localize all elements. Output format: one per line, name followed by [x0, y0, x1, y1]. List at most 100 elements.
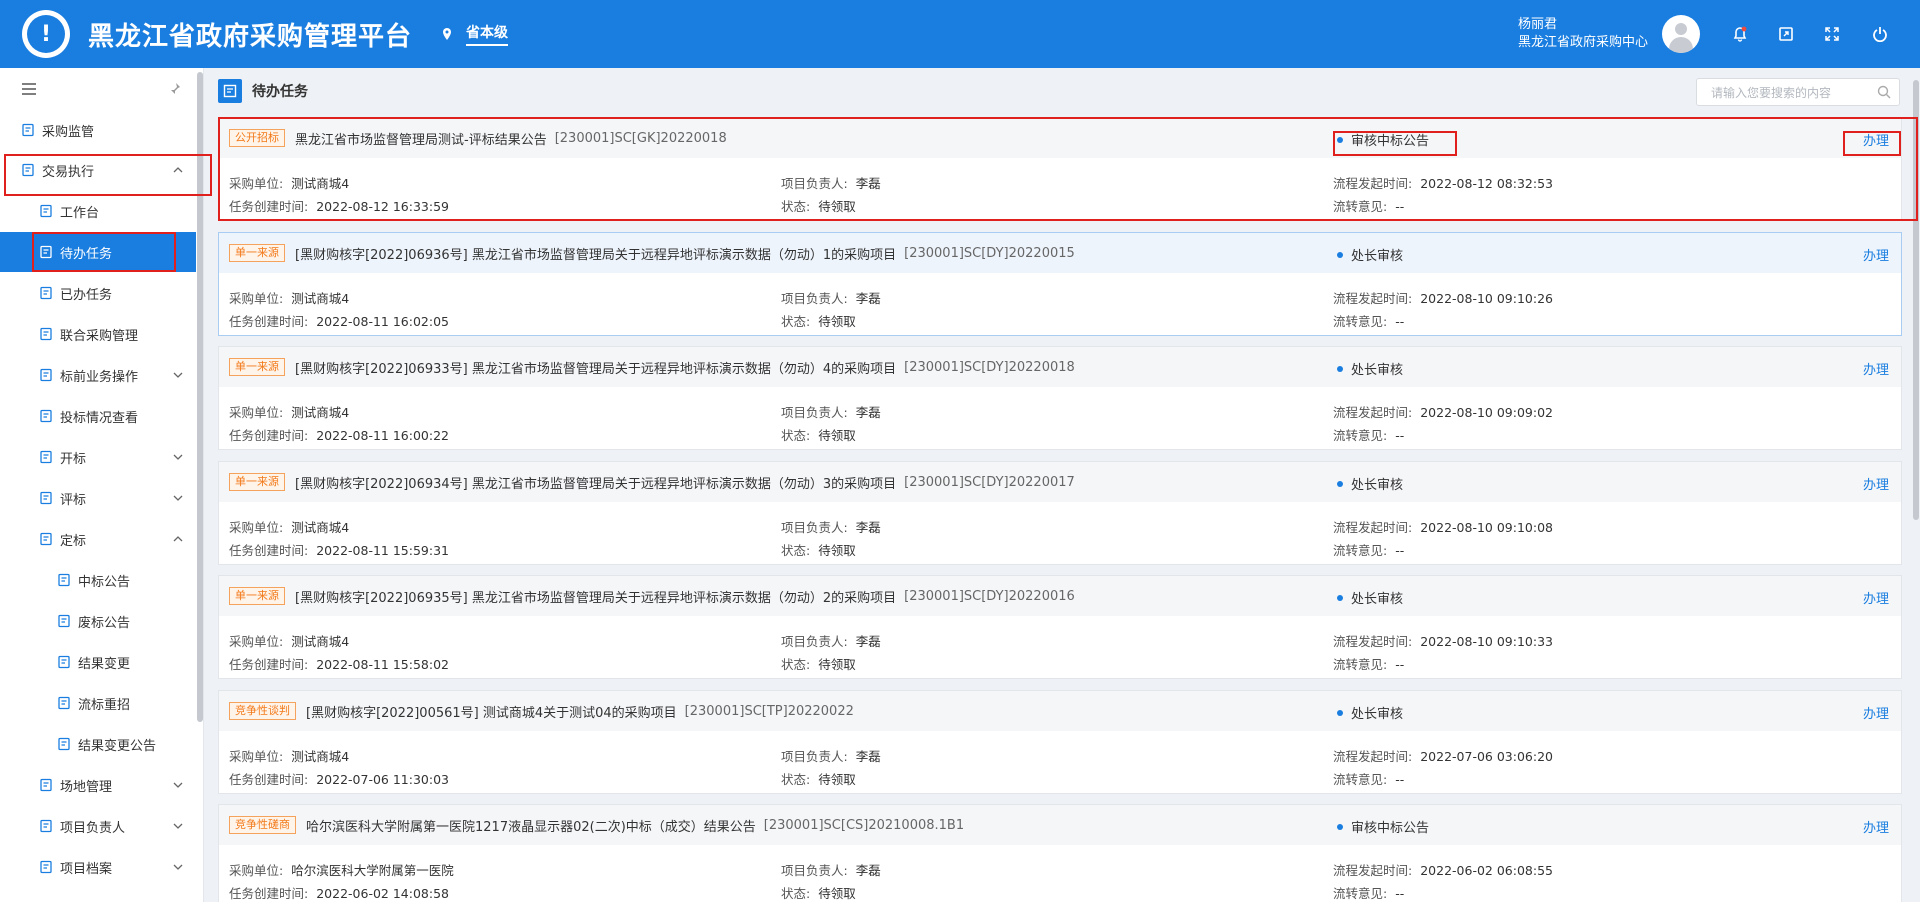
procurement-type-badge: 单一来源: [229, 244, 285, 262]
field-value: 李磊: [855, 405, 881, 420]
field-value: 2022-08-12 08:32:53: [1420, 176, 1553, 191]
restart-icon: [56, 695, 72, 711]
sidebar-item-13[interactable]: 废标公告: [0, 601, 196, 641]
opinion-row: 流转意见: --: [1333, 883, 1404, 902]
field-value: --: [1395, 543, 1405, 558]
task-card-header: 公开招标 黑龙江省市场监督管理局测试-评标结果公告 [230001]SC[GK]20…: [219, 118, 1901, 158]
field-value: 待领取: [818, 772, 856, 787]
chevron-up-icon: [172, 533, 184, 545]
task-title[interactable]: [黑财购核字[2022]06936号] 黑龙江省市场监督管理局关于远程异地评标演…: [295, 244, 896, 263]
notice-icon: [56, 572, 72, 588]
field-label: 状态:: [781, 772, 811, 787]
flow-time-row: 流程发起时间: 2022-08-10 09:09:02: [1333, 402, 1553, 421]
handle-button[interactable]: 办理: [1863, 588, 1889, 607]
task-card[interactable]: 公开招标 黑龙江省市场监督管理局测试-评标结果公告 [230001]SC[GK]20…: [218, 117, 1902, 221]
sidebar-scrollbar[interactable]: [197, 72, 203, 722]
sidebar-item-6[interactable]: 联合采购管理: [0, 314, 196, 354]
shield-logo-icon: !: [27, 15, 65, 53]
task-card[interactable]: 竞争性磋商 哈尔滨医科大学附属第一医院1217液晶显示器02(二次)中标（成交）结…: [218, 804, 1902, 902]
sidebar-item-10[interactable]: 评标: [0, 478, 196, 518]
menu-toggle-icon[interactable]: [22, 83, 36, 95]
task-title[interactable]: [黑财购核字[2022]06935号] 黑龙江省市场监督管理局关于远程异地评标演…: [295, 587, 896, 606]
sidebar-item-15[interactable]: 流标重招: [0, 683, 196, 723]
field-value: --: [1395, 428, 1405, 443]
task-card[interactable]: 单一来源 [黑财购核字[2022]06936号] 黑龙江省市场监督管理局关于远程异…: [218, 232, 1902, 336]
sidebar-item-9[interactable]: 开标: [0, 437, 196, 477]
sidebar-item-3[interactable]: 工作台: [0, 191, 196, 231]
sidebar-item-8[interactable]: 投标情况查看: [0, 396, 196, 436]
field-label: 流程发起时间:: [1333, 863, 1413, 878]
opinion-row: 流转意见: --: [1333, 769, 1404, 788]
state-row: 状态: 待领取: [781, 540, 856, 559]
sidebar-item-7[interactable]: 标前业务操作: [0, 355, 196, 395]
task-card[interactable]: 单一来源 [黑财购核字[2022]06934号] 黑龙江省市场监督管理局关于远程异…: [218, 461, 1902, 565]
field-value: 2022-08-11 15:59:31: [316, 543, 449, 558]
sidebar-item-11[interactable]: 定标: [0, 519, 196, 559]
avatar[interactable]: [1662, 15, 1700, 53]
search-input[interactable]: 请输入您要搜索的内容: [1696, 78, 1900, 106]
pin-icon[interactable]: [167, 82, 181, 96]
status-dot-icon: [1337, 823, 1343, 830]
handle-button[interactable]: 办理: [1863, 817, 1889, 836]
task-card[interactable]: 单一来源 [黑财购核字[2022]06935号] 黑龙江省市场监督管理局关于远程异…: [218, 575, 1902, 679]
venue-icon: [38, 777, 54, 793]
cart-icon: [38, 367, 54, 383]
task-code: [230001]SC[CS]20210008.1B1: [763, 817, 965, 833]
sidebar-item-17[interactable]: 场地管理: [0, 765, 196, 805]
sidebar-item-14[interactable]: 结果变更: [0, 642, 196, 682]
field-value: 2022-08-11 16:02:05: [316, 314, 449, 329]
handle-button[interactable]: 办理: [1863, 359, 1889, 378]
handle-button[interactable]: 办理: [1863, 703, 1889, 722]
field-label: 采购单位:: [229, 749, 284, 764]
handle-button[interactable]: 办理: [1863, 130, 1889, 149]
sidebar-item-1[interactable]: 采购监管: [0, 110, 196, 150]
sidebar-item-label: 已办任务: [60, 287, 113, 303]
task-title[interactable]: [黑财购核字[2022]00561号] 测试商城4关于测试04的采购项目: [306, 702, 677, 721]
sidebar-item-19[interactable]: 项目档案: [0, 847, 196, 887]
unit-row: 采购单位: 哈尔滨医科大学附属第一医院: [229, 860, 454, 879]
bell-icon[interactable]: [1730, 24, 1750, 44]
power-icon[interactable]: [1870, 24, 1890, 44]
field-value: 李磊: [855, 176, 881, 191]
field-label: 采购单位:: [229, 520, 284, 535]
field-value: 待领取: [818, 543, 856, 558]
sidebar-item-12[interactable]: 中标公告: [0, 560, 196, 600]
created-row: 任务创建时间: 2022-07-06 11:30:03: [229, 769, 449, 788]
content-scrollbar[interactable]: [1913, 80, 1919, 520]
flow-time-row: 流程发起时间: 2022-08-10 09:10:08: [1333, 517, 1553, 536]
sidebar-item-label: 评标: [60, 492, 87, 508]
field-label: 流程发起时间:: [1333, 520, 1413, 535]
location-selector[interactable]: 省本级: [440, 22, 509, 46]
sidebar-item-5[interactable]: 已办任务: [0, 273, 196, 313]
status-dot-icon: [1337, 594, 1343, 601]
sidebar-item-16[interactable]: 结果变更公告: [0, 724, 196, 764]
search-icon[interactable]: [1877, 85, 1891, 99]
leader-row: 项目负责人: 李磊: [781, 860, 881, 879]
field-label: 流程发起时间:: [1333, 634, 1413, 649]
sidebar-item-4[interactable]: 待办任务: [0, 232, 196, 272]
field-value: 2022-08-10 09:10:33: [1420, 634, 1553, 649]
decide-icon: [38, 531, 54, 547]
sidebar-item-18[interactable]: 项目负责人: [0, 806, 196, 846]
task-title[interactable]: [黑财购核字[2022]06934号] 黑龙江省市场监督管理局关于远程异地评标演…: [295, 473, 896, 492]
state-row: 状态: 待领取: [781, 196, 856, 215]
fullscreen-icon[interactable]: [1822, 24, 1842, 44]
handle-button[interactable]: 办理: [1863, 245, 1889, 264]
task-card[interactable]: 单一来源 [黑财购核字[2022]06933号] 黑龙江省市场监督管理局关于远程异…: [218, 346, 1902, 450]
field-label: 状态:: [781, 199, 811, 214]
export-icon[interactable]: [1776, 24, 1796, 44]
flow-time-row: 流程发起时间: 2022-08-12 08:32:53: [1333, 173, 1553, 192]
user-info[interactable]: 杨丽君 黑龙江省政府采购中心: [1518, 16, 1648, 52]
task-card[interactable]: 竞争性谈判 [黑财购核字[2022]00561号] 测试商城4关于测试04的采购项…: [218, 690, 1902, 794]
sidebar-item-label: 投标情况查看: [60, 410, 139, 426]
task-title[interactable]: 黑龙江省市场监督管理局测试-评标结果公告: [295, 129, 547, 148]
task-title[interactable]: [黑财购核字[2022]06933号] 黑龙江省市场监督管理局关于远程异地评标演…: [295, 358, 896, 377]
sidebar-item-2[interactable]: 交易执行: [0, 150, 196, 190]
task-title[interactable]: 哈尔滨医科大学附属第一医院1217液晶显示器02(二次)中标（成交）结果公告: [306, 816, 756, 835]
unit-row: 采购单位: 测试商城4: [229, 173, 349, 192]
handle-button[interactable]: 办理: [1863, 474, 1889, 493]
status-text: 处长审核: [1351, 363, 1404, 378]
field-label: 流转意见:: [1333, 199, 1388, 214]
chevron-down-icon: [172, 369, 184, 381]
location-label: 省本级: [466, 22, 509, 46]
